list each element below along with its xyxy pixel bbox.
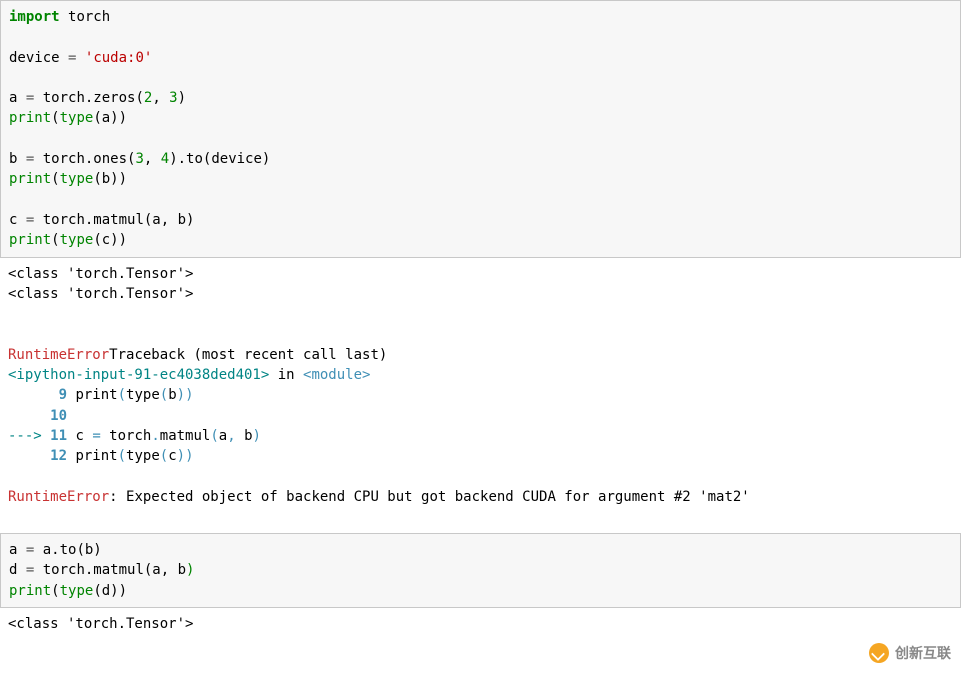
traceback-arrow: ---> bbox=[8, 428, 50, 444]
error-name: RuntimeError bbox=[8, 347, 109, 363]
string-literal: 'cuda:0' bbox=[85, 50, 152, 66]
code-cell-2: a = a.to(b) d = torch.matmul(a, b) print… bbox=[0, 533, 961, 608]
stdout-line: <class 'torch.Tensor'> bbox=[8, 266, 193, 282]
cell-gap bbox=[0, 517, 961, 533]
lineno: 9 bbox=[59, 387, 67, 403]
traceback-module: <module> bbox=[303, 367, 370, 383]
output-cell-1: <class 'torch.Tensor'> <class 'torch.Ten… bbox=[0, 258, 961, 518]
watermark-text: 创新互联 bbox=[895, 643, 951, 663]
builtin-type: type bbox=[60, 110, 94, 126]
error-message: Expected object of backend CPU but got b… bbox=[126, 489, 750, 505]
watermark: 创新互联 bbox=[869, 643, 951, 663]
stdout-line: <class 'torch.Tensor'> bbox=[8, 616, 193, 632]
builtin-print: print bbox=[9, 110, 51, 126]
watermark-badge-icon bbox=[869, 643, 889, 663]
error-name-final: RuntimeError bbox=[8, 489, 109, 505]
stdout-line: <class 'torch.Tensor'> bbox=[8, 286, 193, 302]
traceback-file: <ipython-input-91-ec4038ded401> bbox=[8, 367, 269, 383]
code-cell-1: import torch device = 'cuda:0' a = torch… bbox=[0, 0, 961, 258]
keyword-import: import bbox=[9, 9, 60, 25]
output-cell-2: <class 'torch.Tensor'> bbox=[0, 608, 961, 644]
